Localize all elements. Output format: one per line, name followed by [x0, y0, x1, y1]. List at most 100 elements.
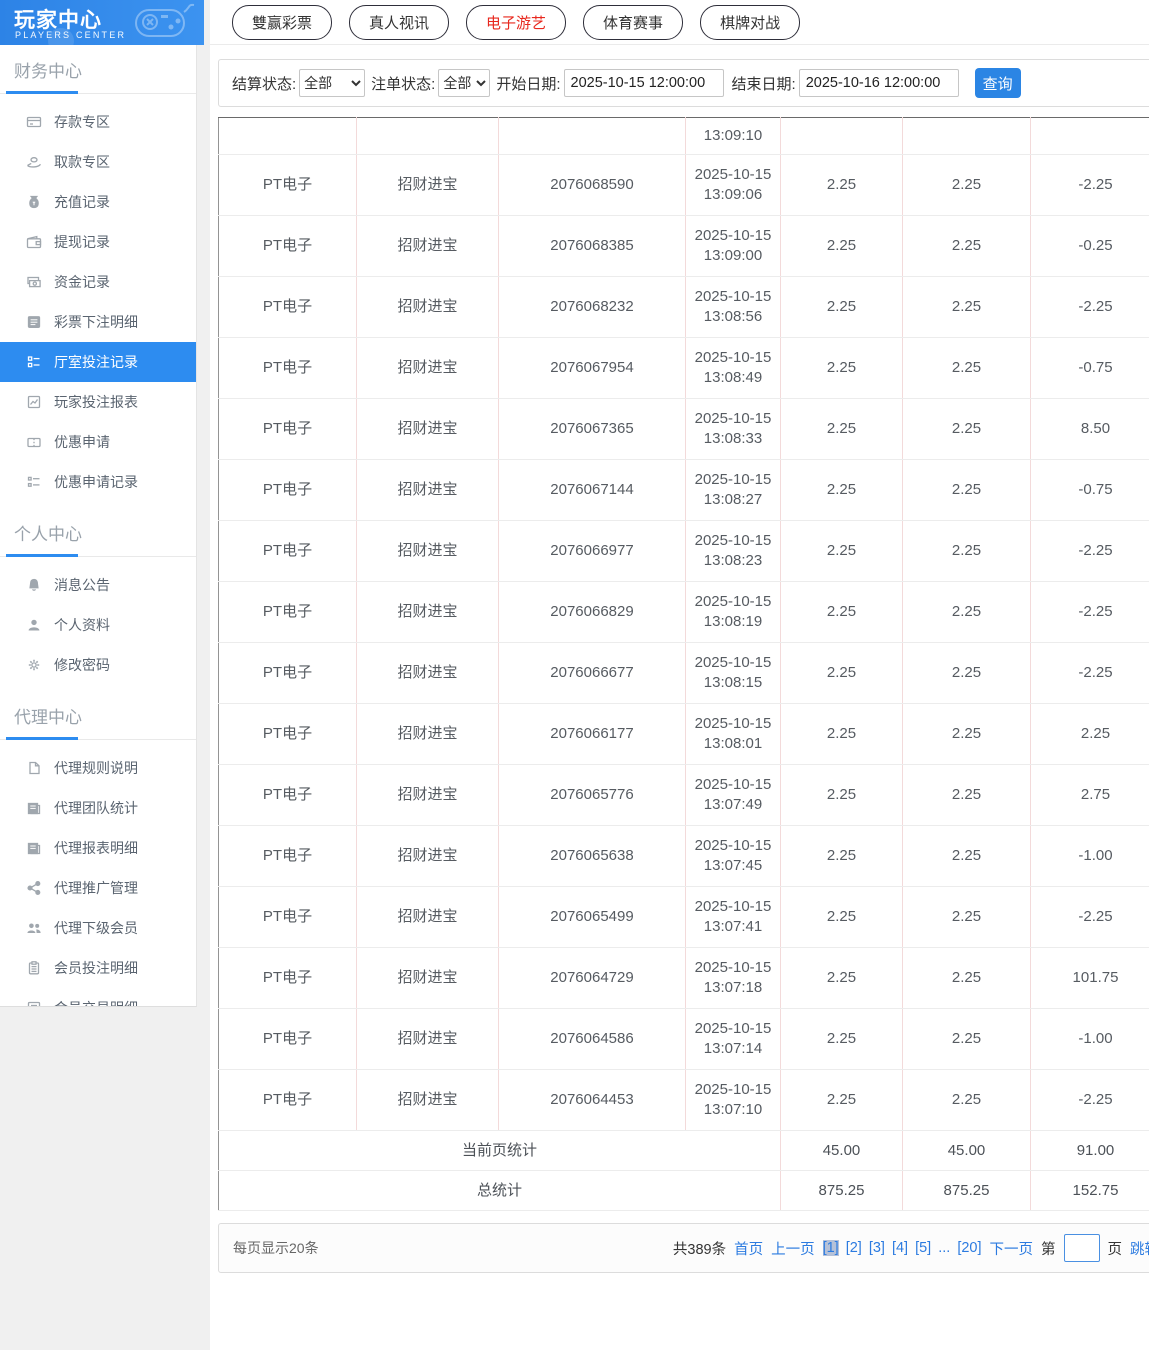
sidebar-item-优惠申请记录[interactable]: 优惠申请记录: [0, 462, 196, 502]
order-cell: 2076066977: [498, 520, 686, 582]
bet-cell: 2.25: [780, 947, 903, 1009]
winloss-cell: -0.75: [1030, 337, 1149, 399]
sidebar-item-label: 消息公告: [54, 577, 110, 593]
sidebar-item-修改密码[interactable]: 修改密码: [0, 645, 196, 685]
game-cell: 招财进宝: [356, 215, 499, 277]
sidebar-section-title: 代理中心: [14, 708, 82, 727]
bet-cell: 2.25: [780, 642, 903, 704]
sidebar-item-会员投注明细[interactable]: 会员投注明细: [0, 948, 196, 988]
time-cell: 2025-10-15 13:08:56: [685, 276, 781, 338]
sidebar-item-个人资料[interactable]: 个人资料: [0, 605, 196, 645]
sidebar-item-代理团队统计[interactable]: 代理团队统计: [0, 788, 196, 828]
platform-cell: PT电子: [218, 520, 357, 582]
page-link-4[interactable]: [4]: [892, 1240, 908, 1256]
tab-体育赛事[interactable]: 体育赛事: [583, 4, 684, 40]
table-row: PT电子 招财进宝 2076066177 2025-10-15 13:08:01 2.25…: [218, 703, 1149, 765]
sidebar-item-存款专区[interactable]: 存款专区: [0, 102, 196, 142]
settle-status-select[interactable]: 全部: [299, 69, 366, 97]
order-status-label: 注单状态:: [371, 75, 436, 93]
settle-status-label: 结算状态:: [232, 75, 297, 93]
sidebar-item-彩票下注明细[interactable]: 彩票下注明细: [0, 302, 196, 342]
sidebar-item-会员交易明细[interactable]: 会员交易明细: [0, 988, 196, 1006]
winloss-cell: -1.00: [1030, 1008, 1149, 1070]
sidebar-item-label: 代理报表明细: [54, 840, 138, 856]
table-row: PT电子 招财进宝 2076067144 2025-10-15 13:08:27 2.25…: [218, 459, 1149, 521]
sidebar-item-label: 取款专区: [54, 154, 110, 170]
sidebar-item-代理下级会员[interactable]: 代理下级会员: [0, 908, 196, 948]
pagination-first[interactable]: 首页: [734, 1238, 763, 1259]
valid-bet-cell: 2.25: [902, 520, 1031, 582]
tab-雙赢彩票[interactable]: 雙赢彩票: [232, 4, 333, 40]
pagination-jump-link[interactable]: 跳转: [1130, 1238, 1149, 1259]
page-link-2[interactable]: [2]: [846, 1240, 862, 1256]
sidebar-item-label: 彩票下注明细: [54, 314, 138, 330]
winloss-cell: -2.25: [1030, 520, 1149, 582]
document-icon: [26, 314, 42, 330]
game-cell: 招财进宝: [356, 703, 499, 765]
table-row: PT电子 招财进宝 2076068590 2025-10-15 13:09:06 2.25…: [218, 154, 1149, 216]
valid-bet-cell: 2.25: [902, 154, 1031, 216]
bet-cell: 2.25: [780, 1008, 903, 1070]
pagination-next[interactable]: 下一页: [990, 1238, 1034, 1259]
sidebar-item-提现记录[interactable]: 提现记录: [0, 222, 196, 262]
page-link-5[interactable]: [5]: [915, 1240, 931, 1256]
game-cell: 招财进宝: [356, 154, 499, 216]
platform-cell: PT电子: [218, 703, 357, 765]
table-row-partial: 13:09:10: [218, 117, 1149, 155]
sidebar-item-厅室投注记录[interactable]: 厅室投注记录 ›: [0, 342, 196, 382]
sidebar-item-充值记录[interactable]: 充值记录: [0, 182, 196, 222]
valid-bet-cell: 2.25: [902, 642, 1031, 704]
valid-bet-cell: 2.25: [902, 215, 1031, 277]
platform-cell: PT电子: [218, 215, 357, 277]
search-button[interactable]: 查询: [974, 68, 1021, 98]
valid-bet-cell: 2.25: [902, 398, 1031, 460]
game-cell: 招财进宝: [356, 764, 499, 826]
news-icon: [26, 840, 42, 856]
sidebar-item-label: 会员交易明细: [54, 998, 138, 1006]
sidebar-item-取款专区[interactable]: 取款专区: [0, 142, 196, 182]
order-cell: 2076068232: [498, 276, 686, 338]
winloss-cell: 2.75: [1030, 764, 1149, 826]
page-link-1[interactable]: [1]: [822, 1240, 839, 1256]
winloss-cell: -2.25: [1030, 581, 1149, 643]
sidebar-item-label: 存款专区: [54, 114, 110, 130]
tab-真人视讯[interactable]: 真人视讯: [349, 4, 450, 40]
winloss-cell: -2.25: [1030, 1069, 1149, 1131]
platform-cell: PT电子: [218, 886, 357, 948]
page-summary-winloss: 91.00: [1030, 1130, 1149, 1171]
pagination-prev[interactable]: 上一页: [771, 1238, 815, 1259]
start-date-input[interactable]: [563, 69, 724, 97]
table-row: PT电子 招财进宝 2076064729 2025-10-15 13:07:18 2.25…: [218, 947, 1149, 1009]
sidebar-item-代理规则说明[interactable]: 代理规则说明: [0, 748, 196, 788]
jump-post-label: 页: [1107, 1241, 1123, 1258]
sidebar-item-代理报表明细[interactable]: 代理报表明细: [0, 828, 196, 868]
order-cell: 2076064586: [498, 1008, 686, 1070]
platform-cell: PT电子: [218, 581, 357, 643]
valid-bet-cell: 2.25: [902, 947, 1031, 1009]
sidebar-item-label: 优惠申请: [54, 434, 110, 450]
winloss-cell: -0.75: [1030, 459, 1149, 521]
sidebar-item-玩家投注报表[interactable]: 玩家投注报表: [0, 382, 196, 422]
sidebar-item-优惠申请[interactable]: 优惠申请: [0, 422, 196, 462]
page-link-3[interactable]: [3]: [869, 1240, 885, 1256]
sidebar-item-label: 资金记录: [54, 274, 110, 290]
game-cell: 招财进宝: [356, 1069, 499, 1131]
valid-bet-cell: 2.25: [902, 764, 1031, 826]
end-date-input[interactable]: [798, 69, 959, 97]
sidebar-item-消息公告[interactable]: 消息公告: [0, 565, 196, 605]
sidebar-item-代理推广管理[interactable]: 代理推广管理: [0, 868, 196, 908]
sidebar-item-label: 代理规则说明: [54, 760, 138, 776]
winloss-cell: -0.25: [1030, 215, 1149, 277]
tab-电子游艺[interactable]: 电子游艺: [466, 4, 567, 40]
order-status-select[interactable]: 全部: [438, 69, 491, 97]
tab-棋牌对战[interactable]: 棋牌对战: [700, 4, 801, 40]
winloss-cell: [1030, 117, 1149, 155]
platform-cell: PT电子: [218, 276, 357, 338]
sidebar-item-label: 会员投注明细: [54, 960, 138, 976]
sidebar-item-资金记录[interactable]: 资金记录: [0, 262, 196, 302]
page-link-20[interactable]: [20]: [957, 1240, 981, 1256]
game-cell: 招财进宝: [356, 520, 499, 582]
table-row: PT电子 招财进宝 2076067954 2025-10-15 13:08:49 2.25…: [218, 337, 1149, 399]
order-cell: 2076064729: [498, 947, 686, 1009]
page-jump-input[interactable]: [1063, 1234, 1100, 1262]
